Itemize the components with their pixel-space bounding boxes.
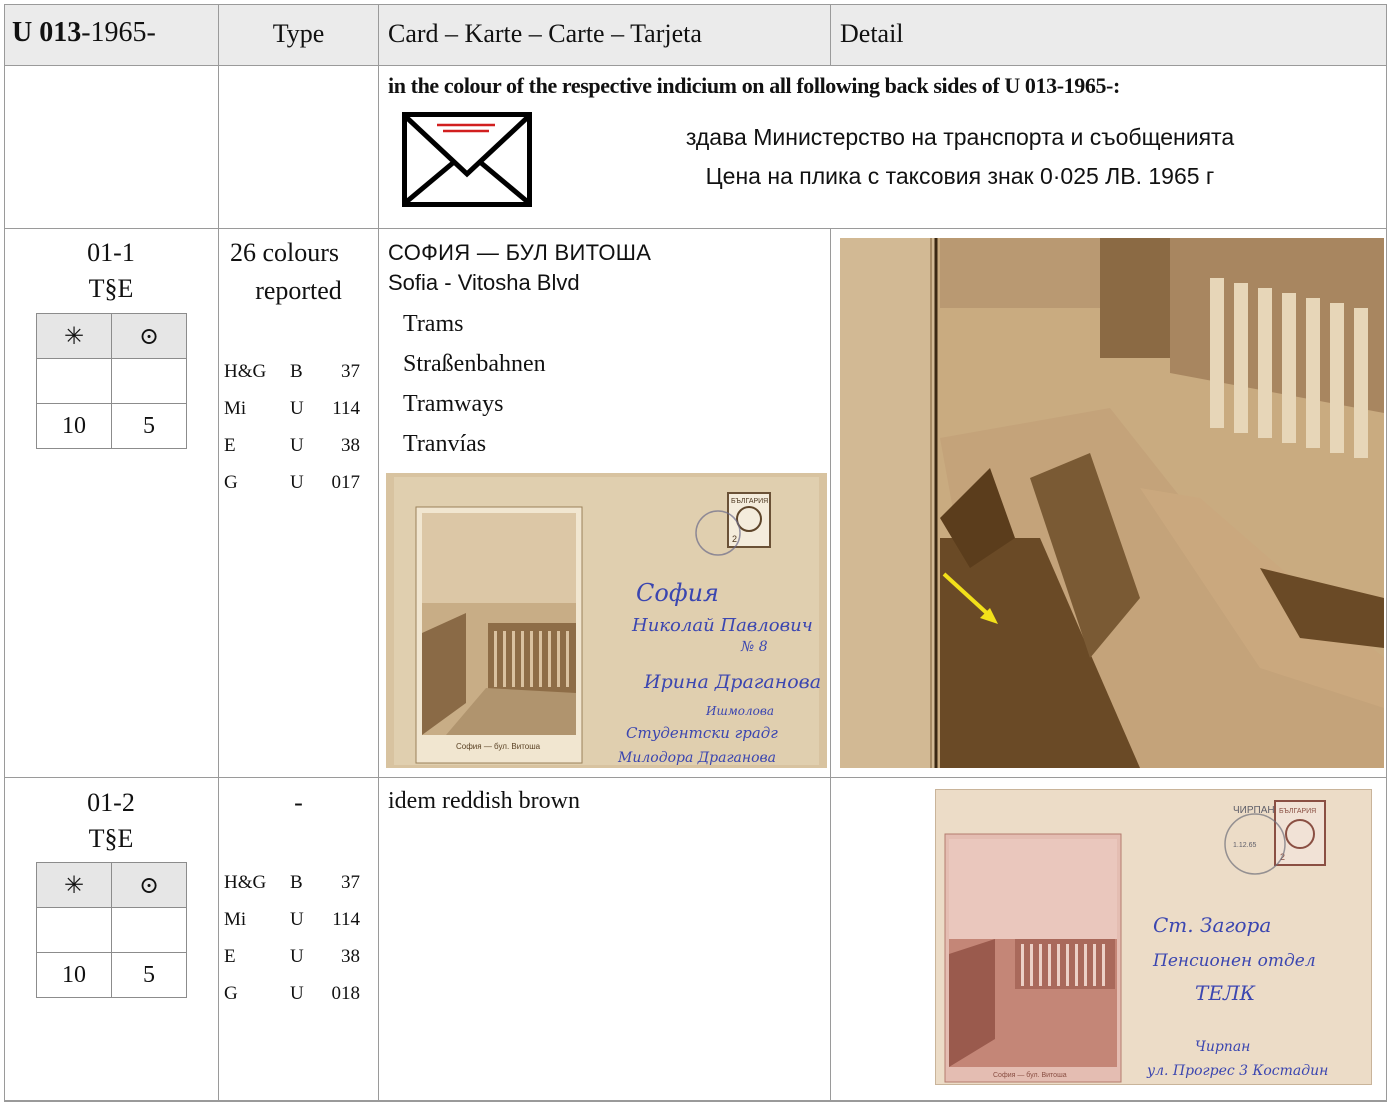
- asterisk-icon: ✳: [36, 313, 112, 359]
- header-id: U 013-1965-: [12, 13, 156, 53]
- header-type: Type: [272, 19, 325, 48]
- header-detail: Detail: [840, 19, 904, 48]
- handwriting-city: Ст. Загора: [1153, 913, 1271, 937]
- grid-line: [4, 65, 1387, 66]
- postmark-date: 1.12.65: [1233, 842, 1256, 849]
- handwriting-recipient: ТЕЛК: [1195, 981, 1256, 1005]
- translations: Trams Straßenbahnen Tramways Tranvías: [403, 304, 546, 464]
- price-table: ✳ ⊙ 10 5: [36, 862, 187, 998]
- note-line-1: здава Министерство на транспорта и съобщ…: [685, 124, 1235, 150]
- handwriting-sender: Чирпан: [1195, 1039, 1250, 1055]
- catalogue-row: Mi U 114: [224, 909, 360, 930]
- catalogue-row: G U 018: [224, 983, 360, 1004]
- note-line-2: Цена на плика с таксовия знак 0·025 ЛВ. …: [705, 163, 1215, 189]
- price-cell: [111, 358, 187, 404]
- catalogue-row: Mi U 114: [224, 398, 360, 419]
- stamp-value: 2: [732, 534, 737, 544]
- desc-english: Sofia - Vitosha Blvd: [388, 270, 580, 295]
- note-title: in the colour of the respective indicium…: [388, 73, 1120, 98]
- envelope-caption: София — бул. Витоша: [456, 742, 541, 751]
- grid-line: [830, 4, 831, 66]
- grid-line: [4, 1100, 1387, 1102]
- translation-item: Trams: [403, 311, 464, 337]
- catalogue-row: H&G B 37: [224, 872, 360, 893]
- price-table: ✳ ⊙ 10 5: [36, 313, 187, 449]
- catalogue-row: E U 38: [224, 435, 360, 456]
- row-number: 01-2: [87, 788, 135, 817]
- catalogue-row: H&G B 37: [224, 361, 360, 382]
- stamp-country: БЪЛГАРИЯ: [1279, 808, 1316, 815]
- grid-line: [378, 4, 379, 1101]
- grid-line: [830, 228, 831, 1101]
- handwriting-sender: ул. Прогрес 3 Костадин: [1146, 1063, 1328, 1079]
- price-used: 5: [111, 952, 187, 998]
- row-code: T§E: [88, 824, 134, 853]
- postmark: ЧИРПАН: [1233, 805, 1275, 816]
- envelope-icon: [402, 112, 532, 207]
- catalogue-row: E U 38: [224, 946, 360, 967]
- asterisk-icon: ✳: [36, 862, 112, 908]
- price-cell: [36, 358, 112, 404]
- grid-line: [4, 4, 5, 1101]
- desc-bulgarian: СОФИЯ — БУЛ ВИТОША: [388, 240, 652, 265]
- catalogue-row: G U 017: [224, 472, 360, 493]
- handwriting-sender: Ишмолова: [705, 704, 774, 718]
- header-id-bold: U 013: [12, 17, 82, 48]
- envelope-image: София — бул. Витоша БЪЛГАРИЯ 2 ЧИРПАН 1.…: [935, 789, 1372, 1085]
- handwriting-number: № 8: [740, 639, 768, 655]
- grid-line: [4, 4, 1387, 5]
- type-line-1: 26 colours: [230, 238, 340, 267]
- grid-line: [1386, 4, 1387, 1101]
- envelope-caption: София — бул. Витоша: [993, 1071, 1067, 1079]
- translation-item: Straßenbahnen: [403, 351, 546, 377]
- grid-line: [4, 777, 1387, 778]
- grid-line: [218, 4, 219, 1101]
- header-id-rest: -1965-: [81, 17, 156, 48]
- price-cell: [111, 907, 187, 953]
- type-line-1: -: [294, 788, 303, 817]
- catalogue-list: H&G B 37 Mi U 114 E U 38 G U 018: [224, 864, 360, 1012]
- grid-line: [4, 228, 1387, 229]
- price-mint: 10: [36, 403, 112, 449]
- desc: idem reddish brown: [388, 788, 580, 814]
- price-cell: [36, 907, 112, 953]
- header-card: Card – Karte – Carte – Tarjeta: [388, 19, 702, 48]
- stamp-country: БЪЛГАРИЯ: [731, 498, 768, 505]
- handwriting-sender: Студентски градг: [626, 724, 778, 742]
- handwriting-street: Николай Павлович: [631, 615, 813, 636]
- price-mint: 10: [36, 952, 112, 998]
- translation-item: Tranvías: [403, 431, 487, 457]
- envelope-image: София — бул. Витоша БЪЛГАРИЯ 2 София Ник…: [386, 473, 827, 768]
- row-number: 01-1: [87, 238, 135, 267]
- handwriting-sender: Милодора Драганова: [617, 750, 776, 766]
- handwriting-recipient: Ирина Драганова: [643, 671, 821, 693]
- handwriting-street: Пенсионен отдел: [1152, 951, 1316, 971]
- row-code: T§E: [88, 274, 134, 303]
- translation-item: Tramways: [403, 391, 504, 417]
- circled-dot-icon: ⊙: [111, 862, 187, 908]
- catalogue-list: H&G B 37 Mi U 114 E U 38 G U 017: [224, 353, 360, 501]
- handwriting-city: София: [636, 579, 719, 607]
- detail-image: [840, 238, 1384, 768]
- circled-dot-icon: ⊙: [111, 313, 187, 359]
- type-line-2: reported: [255, 276, 342, 305]
- price-used: 5: [111, 403, 187, 449]
